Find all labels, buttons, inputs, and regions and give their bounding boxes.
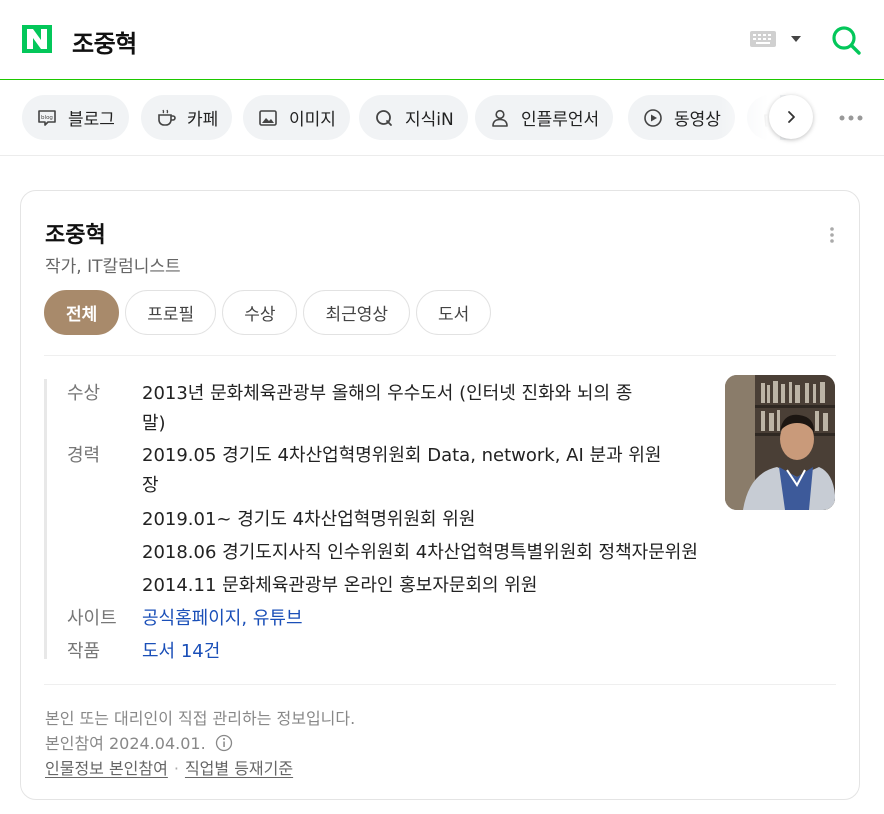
person-occupation: 작가, IT칼럼니스트 [45, 257, 181, 277]
tab-blog[interactable]: blog 블로그 [22, 95, 129, 140]
career-item: 2014.11 문화체육관광부 온라인 홍보자문회의 위원 [142, 575, 538, 596]
more-dots-icon[interactable] [838, 114, 864, 122]
person-profile-card: 조중혁 작가, IT칼럼니스트 전체 프로필 수상 최근영상 도서 수상 201… [20, 190, 860, 800]
tab-label: 이미지 [289, 110, 336, 130]
footer-separator: · [173, 759, 179, 778]
tab-cafe[interactable]: 카페 [141, 95, 233, 140]
site-links: 공식홈페이지, 유튜브 [142, 604, 712, 634]
profile-subtabs: 전체 프로필 수상 최근영상 도서 [44, 290, 497, 336]
site-separator: , [241, 608, 248, 629]
listing-criteria-link[interactable]: 직업별 등재기준 [185, 759, 293, 778]
kebab-menu-icon[interactable] [827, 225, 837, 245]
tab-label: 카페 [187, 110, 219, 130]
books-count-link[interactable]: 도서 14건 [142, 637, 712, 667]
tab-label: 동영상 [674, 110, 721, 130]
award-label: 수상 [67, 383, 101, 404]
self-participation-date: 본인참여 2024.04.01. [45, 730, 233, 754]
divider [44, 355, 836, 356]
youtube-link[interactable]: 유튜브 [253, 608, 303, 629]
subtab-recent-videos[interactable]: 최근영상 [303, 290, 411, 335]
tabs-next-button[interactable] [769, 95, 813, 139]
profile-info: 수상 2013년 문화체육관광부 올해의 우수도서 (인터넷 진화와 뇌의 종 … [44, 379, 704, 662]
managed-info-note: 본인 또는 대리인이 직접 관리하는 정보입니다. [45, 709, 356, 728]
career-item: 2019.05 경기도 4차산업혁명위원회 Data, network, AI … [142, 445, 662, 466]
subtab-all[interactable]: 전체 [44, 290, 120, 335]
tab-image[interactable]: 이미지 [243, 95, 350, 140]
tab-influencer[interactable]: 인플루언서 [475, 95, 614, 140]
works-label: 작품 [67, 641, 101, 662]
blog-icon: blog [38, 109, 56, 126]
career-item: 2018.06 경기도지사직 인수위원회 4차산업혁명특별위원회 정책자문위원 [142, 542, 698, 563]
official-homepage-link[interactable]: 공식홈페이지 [142, 608, 241, 629]
participation-date-text: 본인참여 2024.04.01. [45, 734, 206, 753]
svg-text:blog: blog [41, 115, 53, 121]
career-item: 2019.01~ 경기도 4차산업혁명위원회 위원 [142, 509, 476, 530]
tab-label: 블로그 [68, 110, 115, 130]
info-icon[interactable] [215, 734, 233, 752]
person-icon [492, 109, 508, 127]
tab-video[interactable]: 동영상 [628, 95, 735, 140]
self-participation-link[interactable]: 인물정보 본인참여 [45, 759, 168, 778]
tab-label: 인플루언서 [521, 110, 600, 130]
chevron-right-icon [788, 111, 795, 123]
award-value-line1: 2013년 문화체육관광부 올해의 우수도서 (인터넷 진화와 뇌의 종 [142, 383, 633, 404]
tab-kin[interactable]: 지식iN [359, 95, 468, 140]
profile-photo[interactable] [725, 375, 835, 510]
keyboard-icon[interactable] [750, 31, 776, 47]
naver-logo[interactable] [22, 25, 52, 53]
divider [44, 684, 836, 685]
chevron-down-icon[interactable] [791, 36, 801, 42]
career-label: 경력 [67, 445, 101, 466]
search-tabs-bar: blog 블로그 카페 이미지 지식iN 인플루언서 동영상 [0, 80, 884, 156]
search-header: 조중혁 [0, 0, 884, 80]
cafe-cup-icon [158, 109, 176, 126]
play-icon [644, 108, 662, 127]
search-icon[interactable] [830, 24, 862, 56]
subtab-awards[interactable]: 수상 [222, 290, 298, 335]
image-icon [259, 109, 277, 126]
search-query-text[interactable]: 조중혁 [72, 24, 137, 59]
career-item-cont: 장 [142, 475, 159, 496]
subtab-profile[interactable]: 프로필 [125, 290, 217, 335]
footer-links: 인물정보 본인참여 · 직업별 등재기준 [45, 755, 293, 779]
site-label: 사이트 [67, 608, 117, 629]
award-value-line2: 말) [142, 413, 166, 434]
tab-label: 지식iN [405, 110, 454, 130]
q-icon [376, 109, 392, 126]
subtab-books[interactable]: 도서 [416, 290, 492, 335]
person-name[interactable]: 조중혁 [45, 217, 106, 249]
